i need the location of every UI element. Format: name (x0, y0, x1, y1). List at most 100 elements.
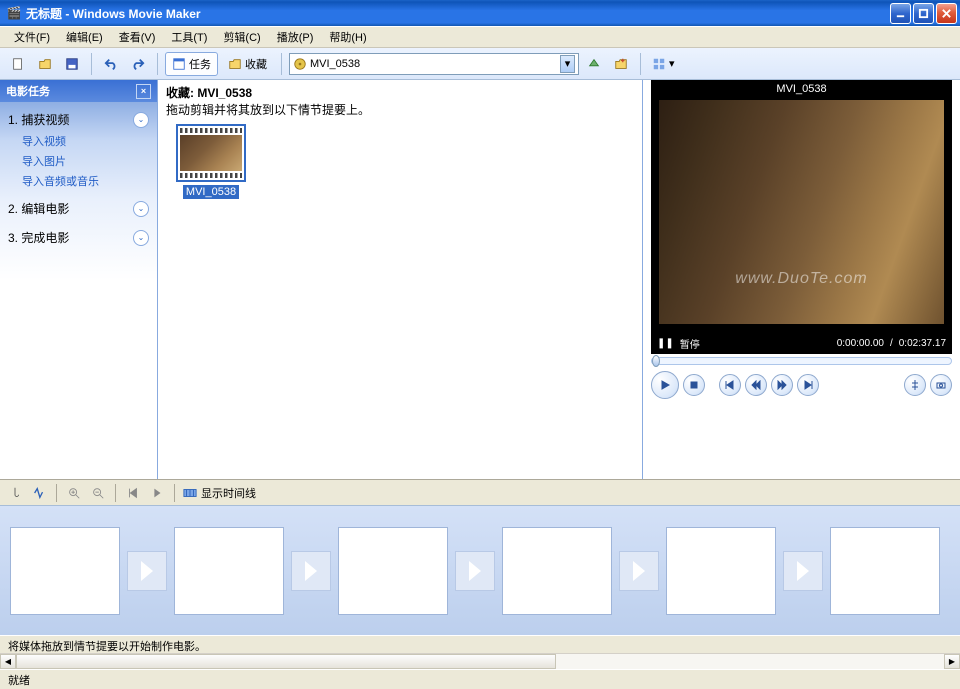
undo-button[interactable] (99, 52, 123, 76)
clip-label: MVI_0538 (183, 185, 239, 199)
task-pane-title: 电影任务 (6, 83, 50, 99)
folder-icon (228, 57, 242, 71)
main-area: 电影任务 × 1. 捕获视频 ⌄ 导入视频 导入图片 导入音频或音乐 2. 编辑… (0, 80, 960, 479)
up-button[interactable] (582, 52, 606, 76)
statusbar: 就绪 (0, 669, 960, 689)
next-button[interactable] (797, 374, 819, 396)
clip-thumbnail (176, 124, 246, 182)
collections-label: 收藏 (245, 56, 267, 72)
toolbar: 任务 收藏 MVI_0538 ▾ ▾ (0, 48, 960, 80)
view-button[interactable]: ▾ (648, 52, 679, 76)
menu-clip[interactable]: 剪辑(C) (215, 26, 268, 48)
new-folder-button[interactable] (609, 52, 633, 76)
seek-knob[interactable] (652, 355, 660, 367)
pause-label: 暂停 (680, 336, 700, 351)
task-finish-movie[interactable]: 3. 完成电影 ⌄ (8, 226, 149, 249)
timeline-toolbar: 显示时间线 (0, 479, 960, 505)
collections-button[interactable]: 收藏 (221, 52, 274, 76)
timeline-icon (183, 486, 197, 500)
task-import-audio[interactable]: 导入音频或音乐 (22, 171, 149, 191)
collection-select[interactable]: MVI_0538 ▾ (289, 53, 579, 75)
playback-controls (651, 371, 952, 399)
app-icon: 🎬 (6, 5, 22, 21)
preview-video: MVI_0538 www.DuoTe.com (651, 80, 952, 332)
clip-item[interactable]: MVI_0538 (166, 124, 256, 199)
menu-play[interactable]: 播放(P) (269, 26, 322, 48)
chevron-down-icon: ⌄ (133, 201, 149, 217)
open-button[interactable] (33, 52, 57, 76)
snapshot-button[interactable] (930, 374, 952, 396)
transition-slot[interactable] (290, 549, 332, 593)
menubar: 文件(F) 编辑(E) 查看(V) 工具(T) 剪辑(C) 播放(P) 帮助(H… (0, 26, 960, 48)
horizontal-scrollbar[interactable]: ◀ ▶ (0, 653, 960, 669)
transition-slot[interactable] (782, 549, 824, 593)
chevron-down-icon: ⌄ (133, 230, 149, 246)
pause-icon: ❚❚ (657, 338, 674, 349)
chevron-down-icon: ⌄ (133, 112, 149, 128)
menu-file[interactable]: 文件(F) (6, 26, 58, 48)
task-capture-video[interactable]: 1. 捕获视频 ⌄ (8, 108, 149, 131)
task-pane-header: 电影任务 × (0, 80, 157, 102)
window-title: 无标题 - Windows Movie Maker (26, 5, 888, 22)
storyboard-slot[interactable] (666, 527, 776, 615)
task-import-video[interactable]: 导入视频 (22, 131, 149, 151)
zoom-in-button[interactable] (65, 484, 83, 502)
maximize-button[interactable] (913, 3, 934, 24)
preview-pane: MVI_0538 www.DuoTe.com ❚❚ 暂停 0:00:00.00 … (642, 80, 960, 479)
task-import-picture[interactable]: 导入图片 (22, 151, 149, 171)
storyboard-slot[interactable] (502, 527, 612, 615)
tasks-button[interactable]: 任务 (165, 52, 218, 76)
stop-button[interactable] (683, 374, 705, 396)
task-pane: 电影任务 × 1. 捕获视频 ⌄ 导入视频 导入图片 导入音频或音乐 2. 编辑… (0, 80, 158, 479)
menu-help[interactable]: 帮助(H) (321, 26, 374, 48)
prev-button[interactable] (719, 374, 741, 396)
storyboard-slot[interactable] (10, 527, 120, 615)
split-button[interactable] (904, 374, 926, 396)
minimize-button[interactable] (890, 3, 911, 24)
collection-value: MVI_0538 (310, 58, 557, 70)
preview-caption: MVI_0538 (651, 80, 952, 98)
transition-slot[interactable] (454, 549, 496, 593)
status-text: 就绪 (8, 672, 30, 688)
scroll-thumb[interactable] (16, 654, 556, 669)
timeline-toggle[interactable]: 显示时间线 (183, 485, 256, 501)
collection-title-prefix: 收藏: (166, 86, 197, 100)
transition-slot[interactable] (618, 549, 660, 593)
storyboard-slot[interactable] (174, 527, 284, 615)
menu-edit[interactable]: 编辑(E) (58, 26, 111, 48)
play-storyboard-button[interactable] (148, 484, 166, 502)
dropdown-arrow-icon[interactable]: ▾ (560, 55, 575, 73)
menu-tools[interactable]: 工具(T) (163, 26, 215, 48)
redo-button[interactable] (126, 52, 150, 76)
collection-hint: 拖动剪辑并将其放到以下情节提要上。 (166, 101, 634, 118)
storyboard-slot[interactable] (338, 527, 448, 615)
tasks-icon (172, 57, 186, 71)
time-total: 0:02:37.17 (899, 338, 946, 349)
rewind-storyboard-button[interactable] (124, 484, 142, 502)
seek-bar[interactable] (651, 357, 952, 365)
scroll-left-button[interactable]: ◀ (0, 654, 16, 669)
new-button[interactable] (6, 52, 30, 76)
storyboard-slot[interactable] (830, 527, 940, 615)
zoom-out-button[interactable] (89, 484, 107, 502)
task-edit-movie[interactable]: 2. 编辑电影 ⌄ (8, 197, 149, 220)
close-button[interactable] (936, 3, 957, 24)
rewind-button[interactable] (745, 374, 767, 396)
save-button[interactable] (60, 52, 84, 76)
play-button[interactable] (651, 371, 679, 399)
collection-title-name: MVI_0538 (197, 86, 252, 100)
time-current: 0:00:00.00 (837, 338, 884, 349)
collection-pane: 收藏: MVI_0538 拖动剪辑并将其放到以下情节提要上。 MVI_0538 (158, 80, 642, 479)
forward-button[interactable] (771, 374, 793, 396)
preview-status: ❚❚ 暂停 0:00:00.00 / 0:02:37.17 (651, 332, 952, 354)
titlebar: 🎬 无标题 - Windows Movie Maker (0, 0, 960, 26)
watermark: www.DuoTe.com (651, 270, 952, 288)
narration-button[interactable] (6, 484, 24, 502)
scroll-right-button[interactable]: ▶ (944, 654, 960, 669)
menu-view[interactable]: 查看(V) (111, 26, 164, 48)
audio-levels-button[interactable] (30, 484, 48, 502)
storyboard[interactable] (0, 505, 960, 635)
task-pane-close[interactable]: × (136, 84, 151, 99)
transition-slot[interactable] (126, 549, 168, 593)
time-sep: / (890, 338, 893, 349)
